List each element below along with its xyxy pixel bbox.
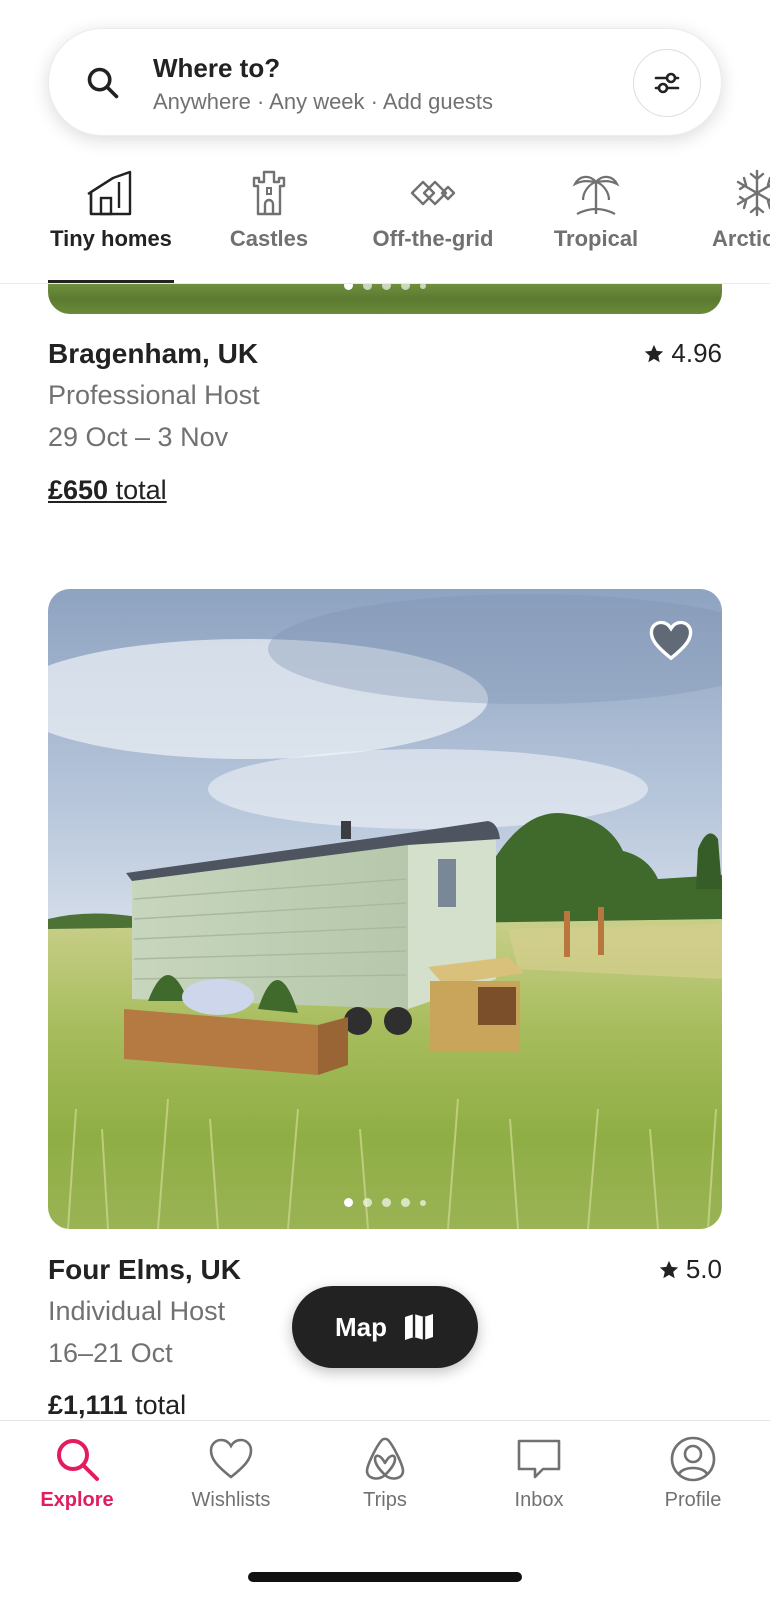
nav-explore[interactable]: Explore bbox=[7, 1435, 147, 1512]
search-text: Where to? Anywhere · Any week · Add gues… bbox=[153, 51, 493, 117]
star-icon bbox=[645, 344, 664, 362]
price-suffix: total bbox=[108, 475, 167, 505]
category-label: Tropical bbox=[553, 226, 639, 251]
filters-button[interactable] bbox=[633, 49, 701, 117]
pagination-dot bbox=[344, 284, 353, 290]
listing-dates: 16–21 Oct bbox=[48, 1338, 173, 1368]
category-off-the-grid[interactable]: Off-the-grid bbox=[358, 160, 508, 283]
listing-rating: 5.0 bbox=[658, 1254, 722, 1285]
category-bar: Tiny homes Castles Off-the-grid Tropical bbox=[0, 160, 770, 284]
nav-trips[interactable]: Trips bbox=[315, 1435, 455, 1512]
off-grid-icon bbox=[410, 180, 456, 206]
listing-photo[interactable] bbox=[48, 284, 722, 314]
listing-price[interactable]: £1,111 total bbox=[48, 1390, 186, 1421]
snowflake-icon bbox=[736, 169, 770, 217]
rating-value: 5.0 bbox=[685, 1254, 722, 1284]
map-button-label: Map bbox=[335, 1311, 387, 1342]
nav-inbox[interactable]: Inbox bbox=[469, 1435, 609, 1512]
search-icon bbox=[57, 1439, 99, 1481]
nav-label: Wishlists bbox=[191, 1489, 271, 1511]
price-amount: £1,111 bbox=[48, 1390, 128, 1420]
user-circle-icon bbox=[670, 1436, 716, 1482]
category-castles[interactable]: Castles bbox=[214, 160, 324, 283]
pagination-dot bbox=[382, 284, 391, 290]
pagination-dot bbox=[363, 1198, 372, 1207]
castle-icon bbox=[252, 170, 286, 216]
pagination-dot bbox=[420, 1199, 426, 1206]
category-tiny-homes[interactable]: Tiny homes bbox=[48, 160, 174, 283]
tiny-home-icon bbox=[87, 170, 132, 216]
pagination-dot bbox=[382, 1198, 391, 1207]
nav-label: Profile bbox=[664, 1489, 722, 1511]
pagination-dot bbox=[344, 1198, 353, 1207]
search-bar[interactable]: Where to? Anywhere · Any week · Add gues… bbox=[48, 28, 722, 136]
listing-photo-image bbox=[48, 589, 722, 1229]
price-suffix: total bbox=[127, 1390, 187, 1420]
listing-location[interactable]: Four Elms, UK bbox=[48, 1254, 241, 1286]
search-subtitle: Anywhere · Any week · Add guests bbox=[153, 89, 493, 114]
category-label: Arctic bbox=[712, 226, 770, 251]
nav-profile[interactable]: Profile bbox=[623, 1435, 763, 1512]
listing-host: Individual Host bbox=[48, 1296, 226, 1326]
filters-icon bbox=[654, 72, 680, 94]
listing-rating: 4.96 bbox=[643, 338, 722, 369]
search-icon bbox=[87, 67, 119, 99]
nav-label: Trips bbox=[363, 1489, 407, 1511]
listing-photo[interactable] bbox=[48, 589, 722, 1229]
search-title: Where to? bbox=[153, 53, 281, 83]
nav-label: Explore bbox=[40, 1489, 114, 1511]
pagination-dot bbox=[363, 284, 372, 290]
pagination-dot bbox=[401, 1198, 410, 1207]
pagination-dot bbox=[420, 284, 426, 289]
message-icon bbox=[517, 1439, 561, 1479]
category-label: Tiny homes bbox=[50, 226, 172, 251]
map-button[interactable]: Map bbox=[292, 1286, 478, 1368]
home-indicator[interactable] bbox=[248, 1572, 522, 1582]
category-arctic[interactable]: Arctic bbox=[712, 160, 770, 283]
nav-wishlists[interactable]: Wishlists bbox=[161, 1435, 301, 1512]
star-icon bbox=[659, 1260, 679, 1278]
listing-price[interactable]: £650 total bbox=[48, 475, 167, 506]
pagination-dot bbox=[401, 284, 410, 290]
photo-pagination bbox=[344, 284, 426, 290]
listing-host: Professional Host bbox=[48, 380, 260, 410]
airbnb-logo-icon bbox=[365, 1437, 405, 1480]
wishlist-heart-icon[interactable] bbox=[648, 619, 694, 661]
price-amount: £650 bbox=[48, 475, 109, 505]
category-tropical[interactable]: Tropical bbox=[540, 160, 652, 283]
nav-label: Inbox bbox=[514, 1489, 564, 1511]
palm-tree-icon bbox=[572, 175, 620, 215]
listing-location[interactable]: Bragenham, UK bbox=[48, 338, 258, 370]
listing-dates: 29 Oct – 3 Nov bbox=[48, 422, 229, 452]
category-label: Off-the-grid bbox=[372, 226, 494, 251]
category-label: Castles bbox=[229, 226, 309, 251]
photo-pagination bbox=[344, 1198, 426, 1207]
rating-value: 4.96 bbox=[671, 338, 722, 368]
heart-icon bbox=[209, 1438, 253, 1479]
map-icon bbox=[405, 1314, 433, 1340]
